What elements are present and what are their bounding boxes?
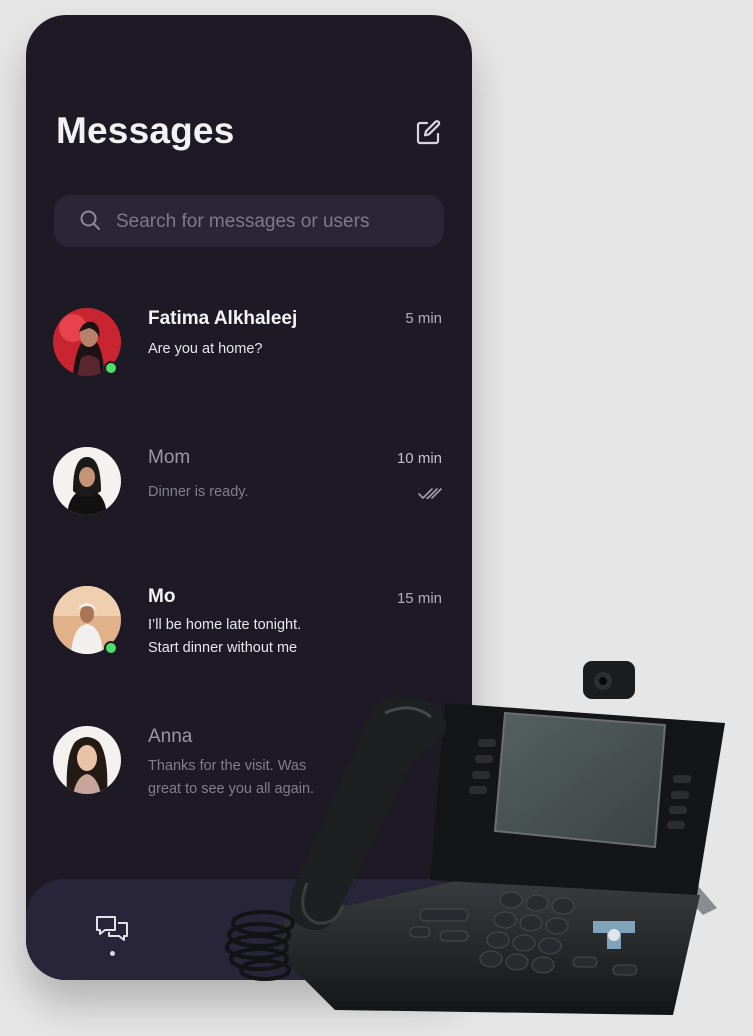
message-preview: Are you at home? <box>148 341 263 357</box>
contact-name: Mo <box>148 586 176 607</box>
search-input[interactable] <box>114 195 438 249</box>
avatar <box>53 447 121 515</box>
message-time: 5 min <box>405 310 442 327</box>
message-time: 10 min <box>396 450 442 467</box>
conversation-item[interactable]: Mom 10 min Dinner is ready. <box>26 447 472 547</box>
contact-name: Mom <box>148 447 191 468</box>
online-indicator <box>104 361 118 375</box>
active-tab-indicator <box>110 951 115 956</box>
message-preview: I’ll be home late tonight. Start dinner … <box>148 617 302 656</box>
page-title: Messages <box>56 110 235 151</box>
message-preview: Dinner is ready. <box>148 484 249 500</box>
online-indicator <box>104 641 118 655</box>
avatar <box>53 726 121 794</box>
compose-icon[interactable] <box>414 119 442 147</box>
desk-phone-image <box>225 661 725 1015</box>
double-check-icon <box>418 488 442 499</box>
search-icon <box>80 210 100 230</box>
conversation-item[interactable]: Fatima Alkhaleej 5 min Are you at home? <box>26 308 472 408</box>
contact-name: Fatima Alkhaleej <box>148 308 298 329</box>
contact-name: Anna <box>148 726 193 747</box>
message-time: 15 min <box>396 590 442 607</box>
search-bar[interactable] <box>54 195 444 249</box>
chat-bubbles-icon[interactable] <box>94 913 130 945</box>
